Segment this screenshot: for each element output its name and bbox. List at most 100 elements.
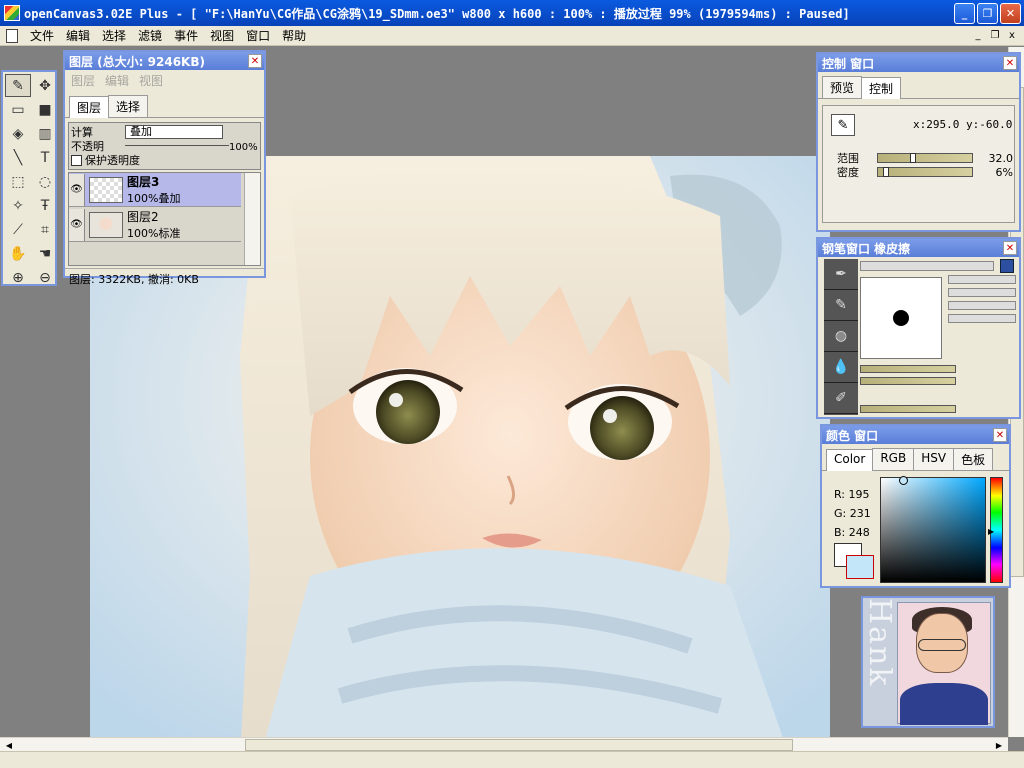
tab-layers[interactable]: 图层 — [69, 96, 110, 118]
opacity-slider[interactable] — [125, 142, 229, 146]
scroll-right-icon[interactable]: ▶ — [992, 738, 1006, 752]
zoom-out-icon[interactable]: ⊖ — [32, 266, 58, 289]
fill-rect-icon[interactable]: ■ — [32, 98, 58, 121]
layers-panel-title[interactable]: 图层 (总大小: 9246KB) ✕ — [65, 52, 264, 70]
move-tool-icon[interactable]: ✥ — [32, 74, 58, 97]
selection-rect-icon[interactable]: ▭ — [5, 98, 31, 121]
blend-mode-select[interactable]: 叠加 — [125, 125, 223, 139]
tab-selection[interactable]: 选择 — [108, 95, 149, 117]
text-tool-icon[interactable]: T — [32, 146, 58, 169]
foreground-color-swatch[interactable] — [846, 555, 874, 579]
color-close-icon[interactable]: ✕ — [993, 428, 1007, 442]
brush-presets-bar[interactable] — [860, 261, 994, 271]
crop-tool-icon[interactable]: ⌗ — [32, 218, 58, 241]
blue-value: B: 248 — [834, 526, 870, 539]
gradient-tool-icon[interactable]: ▥ — [32, 122, 58, 145]
menu-event[interactable]: 事件 — [168, 27, 204, 44]
lasso-tool-icon[interactable]: ◌ — [32, 170, 58, 193]
brush-size-slider[interactable] — [860, 365, 956, 373]
pen-tool-icon[interactable]: ✎ — [5, 74, 31, 97]
brush-option-slider[interactable] — [860, 405, 956, 413]
layer-row[interactable]: 👁 图层3 100%叠加 — [69, 173, 241, 207]
avatar-widget[interactable]: Hank — [861, 596, 995, 728]
watercolor-icon[interactable]: 💧 — [824, 352, 858, 383]
avatar-glasses-icon — [918, 639, 966, 651]
color-panel: 颜色 窗口 ✕ Color RGB HSV 色板 R: 195 G: 231 B… — [820, 424, 1011, 588]
brush-option-field[interactable] — [948, 301, 1016, 310]
layers-submenu-view[interactable]: 视图 — [139, 72, 163, 89]
density-slider-knob[interactable] — [883, 167, 890, 177]
menu-edit[interactable]: 编辑 — [60, 27, 96, 44]
restore-button[interactable]: ❐ — [977, 2, 998, 24]
layer-list-scrollbar[interactable] — [244, 173, 260, 265]
horizontal-scroll-thumb[interactable] — [245, 739, 793, 751]
density-slider[interactable] — [877, 167, 973, 177]
protect-transparency-checkbox[interactable] — [71, 154, 82, 166]
marquee-tool-icon[interactable]: ⬚ — [5, 170, 31, 193]
magic-wand-icon[interactable]: ✧ — [5, 194, 31, 217]
layer-mode: 100%叠加 — [127, 192, 181, 205]
menu-help[interactable]: 帮助 — [276, 27, 312, 44]
pen-icon[interactable]: ✎ — [831, 114, 855, 136]
layers-submenu-layer[interactable]: 图层 — [71, 72, 95, 89]
tab-hsv[interactable]: HSV — [913, 448, 955, 470]
close-button[interactable]: ✕ — [1000, 2, 1021, 24]
hue-slider-arrow-icon[interactable]: ▶ — [988, 527, 994, 536]
control-close-icon[interactable]: ✕ — [1003, 56, 1017, 70]
density-label: 密度 — [837, 166, 859, 179]
line-tool-icon[interactable]: ╲ — [5, 146, 31, 169]
brush-panel-title[interactable]: 钢笔窗口 橡皮擦 ✕ — [818, 239, 1019, 257]
document-icon[interactable] — [6, 28, 18, 43]
avatar-body — [900, 683, 988, 725]
range-slider-knob[interactable] — [910, 153, 917, 163]
density-value: 6% — [995, 165, 1013, 179]
range-slider[interactable] — [877, 153, 973, 163]
color-picker-cursor[interactable] — [899, 476, 908, 485]
app-icon[interactable] — [4, 5, 20, 21]
color-panel-title[interactable]: 颜色 窗口 ✕ — [822, 426, 1009, 444]
color-title-text: 颜色 窗口 — [826, 428, 879, 443]
menu-select[interactable]: 选择 — [96, 27, 132, 44]
layer-row[interactable]: 👁 图层2 100%标准 — [69, 208, 241, 242]
menu-window[interactable]: 窗口 — [240, 27, 276, 44]
menu-file[interactable]: 文件 — [24, 27, 60, 44]
airbrush-icon[interactable]: ◍ — [824, 321, 858, 352]
scroll-left-icon[interactable]: ◀ — [2, 738, 16, 752]
bucket-tool-icon[interactable]: ◈ — [5, 122, 31, 145]
brush-close-icon[interactable]: ✕ — [1003, 241, 1017, 255]
rotate-hand-icon[interactable]: ☚ — [32, 242, 58, 265]
pencil-brush-icon[interactable]: ✎ — [824, 290, 858, 321]
cursor-coordinates: x:295.0 y:-60.0 — [913, 118, 1013, 131]
eye-icon[interactable]: 👁 — [69, 173, 85, 206]
blur-brush-icon[interactable]: ✐ — [824, 383, 858, 414]
brush-option-field[interactable] — [948, 288, 1016, 297]
brush-density-slider[interactable] — [860, 377, 956, 385]
tab-control[interactable]: 控制 — [861, 77, 902, 99]
brush-tool-list: ✒ ✎ ◍ 💧 ✐ — [824, 259, 858, 415]
tab-rgb[interactable]: RGB — [872, 448, 915, 470]
horizontal-scrollbar[interactable]: ◀ ▶ — [0, 737, 1008, 751]
tab-color[interactable]: Color — [826, 449, 874, 471]
pen-brush-icon[interactable]: ✒ — [824, 259, 858, 290]
zoom-in-icon[interactable]: ⊕ — [5, 266, 31, 289]
layers-submenu-edit[interactable]: 编辑 — [105, 72, 129, 89]
doc-minimize-button[interactable]: _ — [970, 29, 986, 43]
menu-filter[interactable]: 滤镜 — [132, 27, 168, 44]
hand-tool-icon[interactable]: ✋ — [5, 242, 31, 265]
text-select-icon[interactable]: Ŧ — [32, 194, 58, 217]
title-bar: openCanvas3.02E Plus - [ "F:\HanYu\CG作品\… — [0, 0, 1024, 26]
menu-view[interactable]: 视图 — [204, 27, 240, 44]
doc-restore-button[interactable]: ❐ — [987, 29, 1003, 43]
saturation-value-picker[interactable] — [880, 476, 986, 583]
brush-tip-selector[interactable] — [948, 275, 1016, 284]
eyedropper-icon[interactable]: ⟋ — [5, 218, 31, 241]
tab-preview[interactable]: 预览 — [822, 76, 863, 98]
layers-close-icon[interactable]: ✕ — [248, 54, 262, 68]
tab-swatches[interactable]: 色板 — [953, 448, 994, 470]
minimize-button[interactable]: _ — [954, 2, 975, 24]
control-panel-title[interactable]: 控制 窗口 ✕ — [818, 54, 1019, 72]
save-icon[interactable] — [1000, 259, 1014, 273]
eye-icon[interactable]: 👁 — [69, 208, 85, 241]
doc-close-button[interactable]: x — [1004, 29, 1020, 43]
brush-option-field[interactable] — [948, 314, 1016, 323]
